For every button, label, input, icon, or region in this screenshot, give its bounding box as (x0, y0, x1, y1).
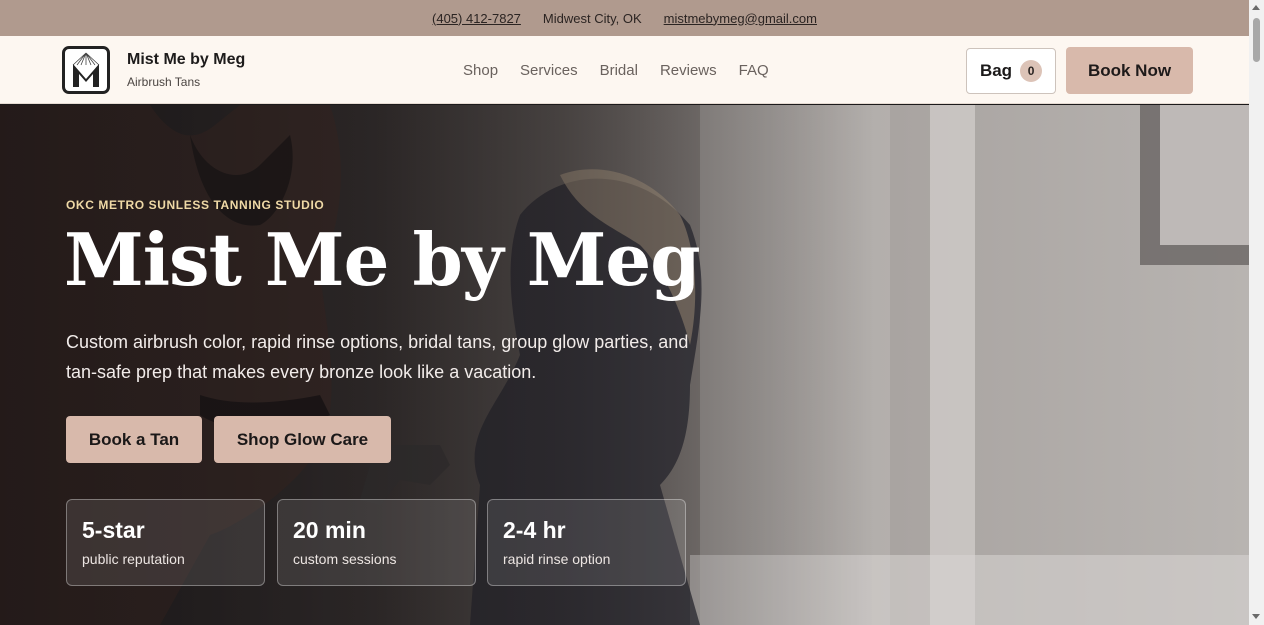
hero-section: OKC METRO SUNLESS TANNING STUDIO Mist Me… (0, 105, 1249, 625)
nav-bridal[interactable]: Bridal (600, 62, 638, 79)
bag-count-badge: 0 (1020, 60, 1043, 82)
hero-eyebrow: OKC METRO SUNLESS TANNING STUDIO (66, 198, 325, 212)
stat-value: 20 min (293, 517, 366, 543)
nav-services[interactable]: Services (520, 62, 578, 79)
stat-card-rinse: 2-4 hr rapid rinse option (487, 499, 686, 586)
contact-bar: (405) 412-7827 Midwest City, OK mistmeby… (0, 0, 1249, 36)
brand-logo[interactable] (62, 46, 110, 94)
book-a-tan-button[interactable]: Book a Tan (66, 416, 202, 463)
stat-label: public reputation (82, 551, 185, 567)
stat-card-sessions: 20 min custom sessions (277, 499, 476, 586)
scroll-up-arrow-icon[interactable] (1252, 5, 1260, 10)
scroll-down-arrow-icon[interactable] (1252, 614, 1260, 619)
phone-link[interactable]: (405) 412-7827 (432, 11, 521, 26)
hero-title: Mist Me by Meg (64, 217, 701, 302)
brand-name[interactable]: Mist Me by Meg (127, 51, 245, 69)
stat-value: 2-4 hr (503, 517, 566, 543)
main-nav: Shop Services Bridal Reviews FAQ (463, 62, 769, 79)
stat-value: 5-star (82, 517, 145, 543)
nav-shop[interactable]: Shop (463, 62, 498, 79)
stat-label: rapid rinse option (503, 551, 611, 567)
scroll-thumb[interactable] (1253, 18, 1260, 62)
hero-description: Custom airbrush color, rapid rinse optio… (66, 332, 689, 382)
page-scrollbar[interactable] (1249, 0, 1264, 625)
stat-label: custom sessions (293, 551, 397, 567)
nav-reviews[interactable]: Reviews (660, 62, 717, 79)
site-header: Mist Me by Meg Airbrush Tans Shop Servic… (0, 36, 1249, 104)
location-text: Midwest City, OK (542, 10, 642, 26)
book-now-button[interactable]: Book Now (1066, 47, 1193, 94)
spray-logo-icon (72, 52, 100, 87)
bag-button[interactable]: Bag 0 (966, 48, 1056, 94)
bag-label: Bag (979, 61, 1013, 80)
nav-faq[interactable]: FAQ (739, 62, 769, 79)
stat-card-reputation: 5-star public reputation (66, 499, 265, 586)
email-link[interactable]: mistmebymeg@gmail.com (664, 11, 817, 26)
brand-tagline: Airbrush Tans (127, 75, 201, 89)
shop-glow-care-button[interactable]: Shop Glow Care (214, 416, 391, 463)
